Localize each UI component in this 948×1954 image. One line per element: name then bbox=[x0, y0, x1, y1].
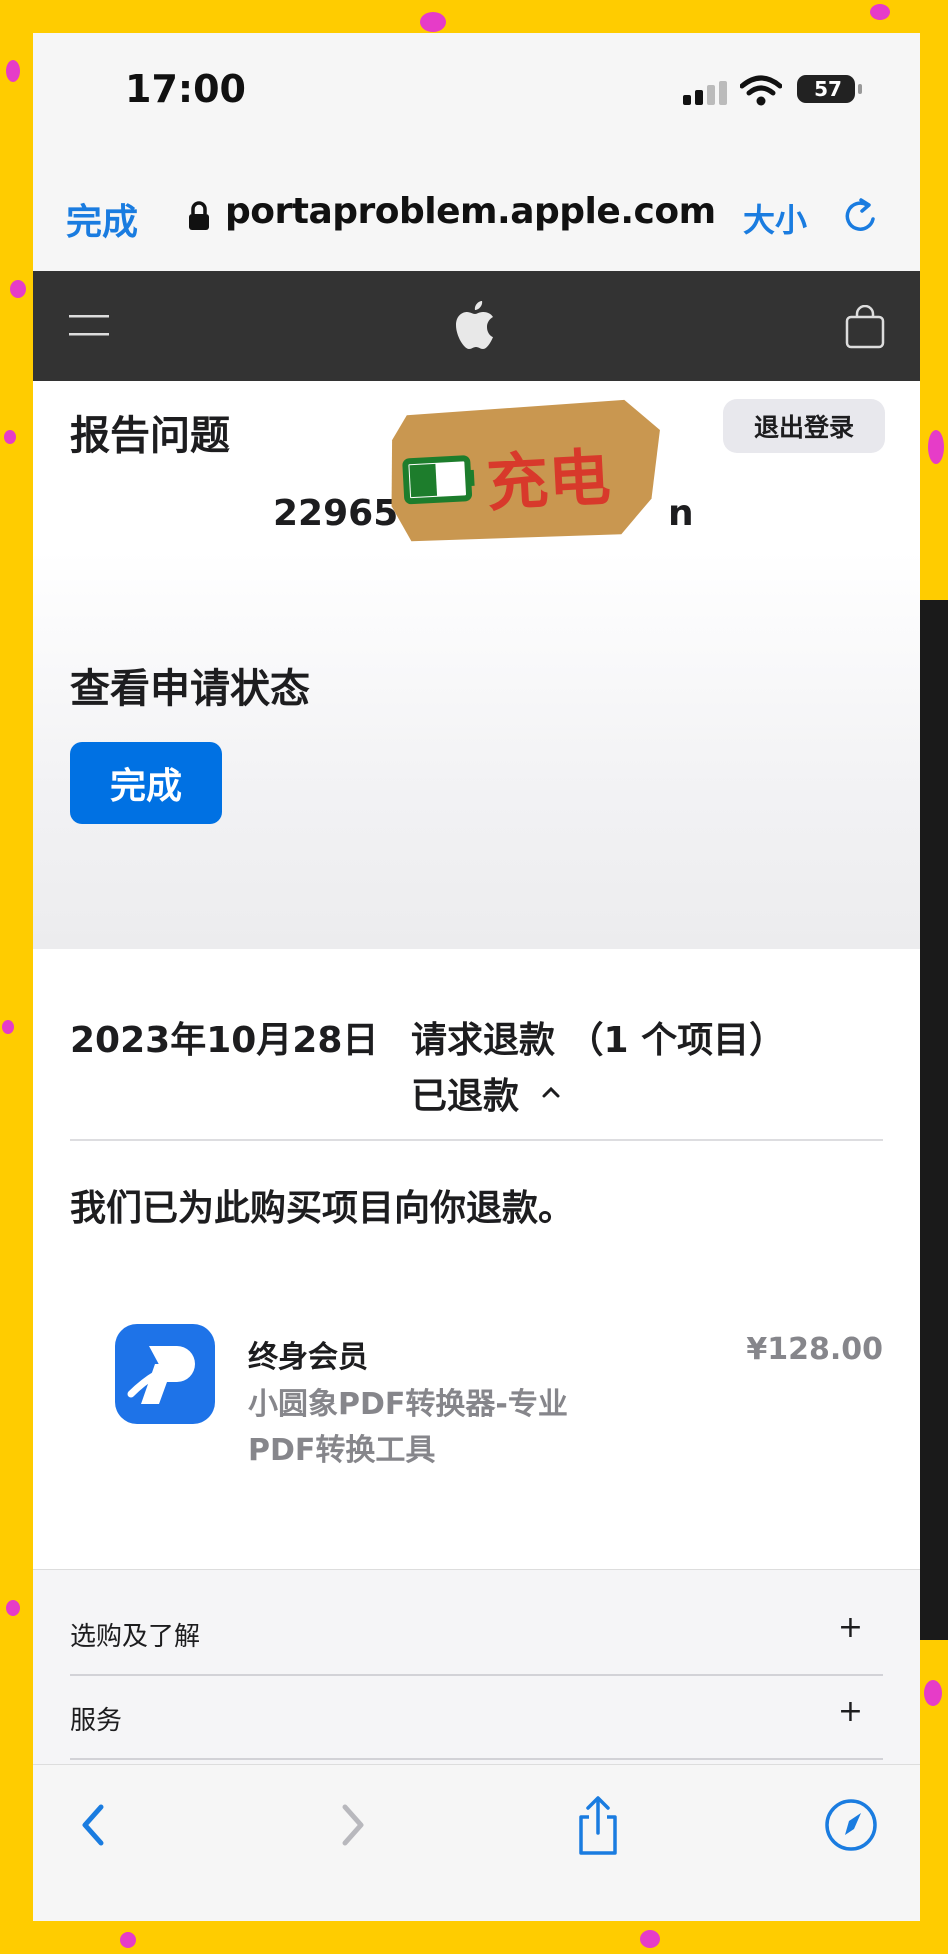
footer-row-services[interactable]: 服务 + bbox=[70, 1674, 883, 1760]
browser-address-bar: 完成 portaproblem.apple.com 大小 bbox=[33, 143, 920, 271]
chevron-up-icon[interactable] bbox=[541, 1085, 561, 1099]
back-icon[interactable] bbox=[73, 1795, 113, 1855]
forward-icon[interactable] bbox=[333, 1795, 373, 1855]
request-status-toggle[interactable]: 已退款 bbox=[411, 1067, 519, 1119]
footer-row-label: 服务 bbox=[70, 1706, 123, 1736]
decor-dot bbox=[10, 280, 26, 298]
apple-logo-icon[interactable] bbox=[453, 299, 499, 353]
browser-done-button[interactable]: 完成 bbox=[66, 193, 138, 245]
reload-icon[interactable] bbox=[841, 197, 881, 237]
expand-icon[interactable]: + bbox=[838, 1694, 863, 1729]
item-app-name: 小圆象PDF转换器-专业 bbox=[248, 1387, 568, 1422]
share-icon[interactable] bbox=[573, 1795, 623, 1857]
item-price: ¥128.00 bbox=[746, 1332, 883, 1367]
divider bbox=[70, 1139, 883, 1141]
item-app-name-cont: PDF转换工具 bbox=[248, 1433, 436, 1468]
app-icon bbox=[115, 1324, 215, 1424]
logout-button[interactable]: 退出登录 bbox=[723, 399, 885, 453]
battery-icon: 57 bbox=[797, 75, 862, 103]
sticker-text: 充电 bbox=[485, 441, 613, 520]
status-heading: 查看申请状态 bbox=[70, 666, 310, 712]
text-size-button[interactable]: 大小 bbox=[743, 195, 807, 241]
account-id-prefix: 22965 bbox=[273, 493, 399, 534]
phone-screen: 17:00 57 完成 portaproblem.apple.com 大小 报告… bbox=[33, 33, 920, 1921]
decor-dot bbox=[928, 430, 944, 464]
decor-dot bbox=[420, 12, 446, 32]
footer-row-shop[interactable]: 选购及了解 + bbox=[70, 1590, 883, 1676]
decor-dot bbox=[120, 1932, 136, 1948]
url-text[interactable]: portaproblem.apple.com bbox=[225, 191, 716, 232]
decor-dot bbox=[6, 60, 20, 82]
compass-icon[interactable] bbox=[823, 1795, 879, 1855]
request-detail: 2023年10月28日 请求退款 （1 个项目） 已退款 我们已为此购买项目向你… bbox=[33, 949, 920, 1569]
charging-sticker: 充电 bbox=[391, 399, 660, 542]
decor-dot bbox=[924, 1680, 942, 1706]
apple-global-nav bbox=[33, 271, 920, 381]
signal-icon bbox=[683, 81, 727, 105]
status-time: 17:00 bbox=[125, 67, 246, 111]
decor-dot bbox=[2, 1020, 14, 1034]
lock-icon bbox=[189, 201, 209, 230]
bag-icon[interactable] bbox=[845, 305, 885, 349]
decor-dot bbox=[4, 430, 16, 444]
battery-level: 57 bbox=[814, 77, 842, 101]
wifi-icon bbox=[740, 75, 782, 106]
browser-toolbar bbox=[33, 1764, 920, 1921]
refund-message: 我们已为此购买项目向你退款。 bbox=[70, 1188, 575, 1229]
decor-dot bbox=[870, 4, 890, 20]
decor-dot bbox=[6, 1600, 20, 1616]
page-title: 报告问题 bbox=[70, 413, 230, 459]
footer-row-label: 选购及了解 bbox=[70, 1622, 201, 1652]
expand-icon[interactable]: + bbox=[838, 1610, 863, 1645]
item-name: 终身会员 bbox=[248, 1340, 368, 1375]
request-status-section: 查看申请状态 完成 bbox=[33, 551, 920, 950]
complete-button[interactable]: 完成 bbox=[70, 742, 222, 824]
status-bar: 17:00 57 bbox=[33, 33, 920, 143]
request-date: 2023年10月28日 bbox=[70, 1020, 379, 1061]
decor-dot bbox=[640, 1930, 660, 1948]
menu-icon[interactable] bbox=[69, 313, 109, 339]
request-type: 请求退款 （1 个项目） bbox=[411, 1020, 786, 1061]
background-photo-edge bbox=[920, 600, 948, 1640]
account-id-suffix: n bbox=[668, 493, 694, 534]
